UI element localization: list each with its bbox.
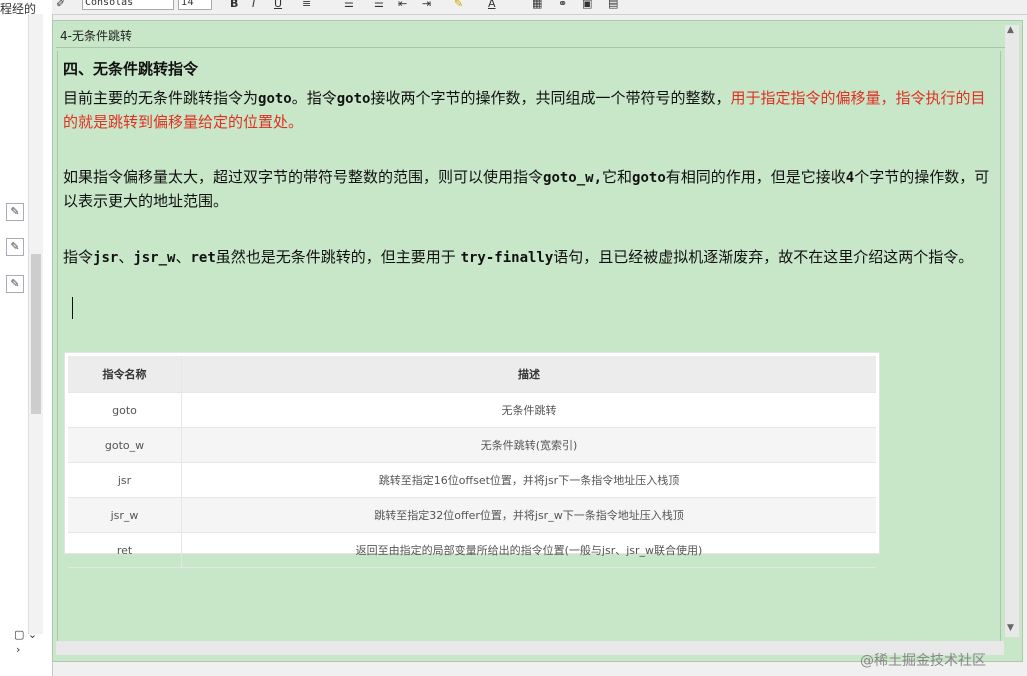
- section-heading: 四、无条件跳转指令: [63, 60, 199, 78]
- format-painter-icon[interactable]: ✐: [56, 0, 65, 10]
- table-cell: 返回至由指定的局部变量所给出的指令位置(一般与jsr、jsr_w联合使用): [181, 532, 876, 568]
- table-row: goto_w 无条件跳转(宽索引): [68, 427, 876, 463]
- link-icon[interactable]: ⚭: [558, 0, 567, 10]
- paragraph-goto: 目前主要的无条件跳转指令为goto。指令goto接收两个字节的操作数，共同组成一…: [63, 89, 986, 131]
- table-row: goto 无条件跳转: [68, 392, 876, 428]
- left-scroll-thumb[interactable]: [31, 254, 41, 414]
- scroll-down-icon[interactable]: ▼: [1007, 623, 1014, 633]
- note-edit-icon[interactable]: ✎: [6, 203, 24, 221]
- font-color-button[interactable]: A: [488, 0, 496, 10]
- left-outline-panel: 程经的 ✎ ✎ ✎ ▢ ⌄ ›: [0, 0, 53, 676]
- table-cell: 跳转至指定16位offset位置，并将jsr下一条指令地址压入栈顶: [181, 462, 876, 498]
- indent-icon[interactable]: ⇥: [422, 0, 431, 10]
- table-cell: 无条件跳转(宽索引): [181, 427, 876, 463]
- text-cursor: [72, 297, 73, 319]
- column-header: 指令名称: [68, 356, 182, 393]
- bullet-list-icon[interactable]: ☰: [374, 0, 384, 10]
- table-row: jsr_w 跳转至指定32位offer位置，并将jsr_w下一条指令地址压入栈顶: [68, 497, 876, 533]
- font-family-select[interactable]: Consolas: [82, 0, 174, 10]
- table-header-row: 指令名称 描述: [68, 356, 876, 393]
- note-edit-icon[interactable]: ✎: [6, 275, 24, 293]
- table-row: ret 返回至由指定的局部变量所给出的指令位置(一般与jsr、jsr_w联合使用…: [68, 532, 876, 568]
- table-cell: goto: [68, 392, 182, 428]
- expand-arrow-icon[interactable]: ›: [16, 643, 20, 656]
- paragraph-goto-w: 如果指令偏移量太大，超过双字节的带符号整数的范围，则可以使用指令goto_w,它…: [63, 168, 990, 210]
- highlight-icon[interactable]: ✎: [454, 0, 463, 10]
- formatting-toolbar: ✐ Consolas 14 B I U ≡ ☰ ☰ ⇤ ⇥ ✎ A ▦ ⚭ ▣ …: [52, 0, 1027, 15]
- table-icon[interactable]: ▦: [532, 0, 542, 10]
- paragraph-jsr: 指令jsr、jsr_w、ret虽然也是无条件跳转的，但主要用于 try-fina…: [63, 248, 974, 266]
- column-header: 描述: [181, 356, 876, 393]
- table-cell: 无条件跳转: [181, 392, 876, 428]
- align-icon[interactable]: ≡: [302, 0, 311, 10]
- table-cell: 跳转至指定32位offer位置，并将jsr_w下一条指令地址压入栈顶: [181, 497, 876, 533]
- instruction-table: 指令名称 描述 goto 无条件跳转 goto_w 无条件跳转(宽索引) jsr: [64, 352, 880, 568]
- italic-button[interactable]: I: [252, 0, 255, 10]
- note-editor: 4-无条件跳转 四、无条件跳转指令 目前主要的无条件跳转指令为goto。指令go…: [52, 20, 1023, 662]
- left-panel-scrollbar[interactable]: [28, 14, 43, 634]
- note-content[interactable]: 四、无条件跳转指令 目前主要的无条件跳转指令为goto。指令goto接收两个字节…: [57, 51, 1001, 655]
- image-icon[interactable]: ▣: [582, 0, 592, 10]
- table-row: jsr 跳转至指定16位offset位置，并将jsr下一条指令地址压入栈顶: [68, 462, 876, 498]
- note-title[interactable]: 4-无条件跳转: [56, 25, 1008, 48]
- table-cell: goto_w: [68, 427, 182, 463]
- insert-icon[interactable]: ▤: [608, 0, 618, 10]
- scroll-up-icon[interactable]: ▲: [1007, 25, 1014, 35]
- bold-button[interactable]: B: [230, 0, 238, 10]
- note-edit-icon[interactable]: ✎: [6, 238, 24, 256]
- underline-button[interactable]: U: [274, 0, 282, 10]
- editor-vertical-scrollbar[interactable]: ▲ ▼: [1005, 25, 1019, 637]
- table-cell: ret: [68, 532, 182, 568]
- numbered-list-icon[interactable]: ☰: [344, 0, 354, 10]
- font-size-select[interactable]: 14: [178, 0, 212, 10]
- table-cell: jsr_w: [68, 497, 182, 533]
- outdent-icon[interactable]: ⇤: [398, 0, 407, 10]
- table-cell: jsr: [68, 462, 182, 498]
- left-panel-controls[interactable]: ▢ ⌄: [14, 628, 37, 641]
- watermark: @稀土掘金技术社区: [860, 653, 986, 669]
